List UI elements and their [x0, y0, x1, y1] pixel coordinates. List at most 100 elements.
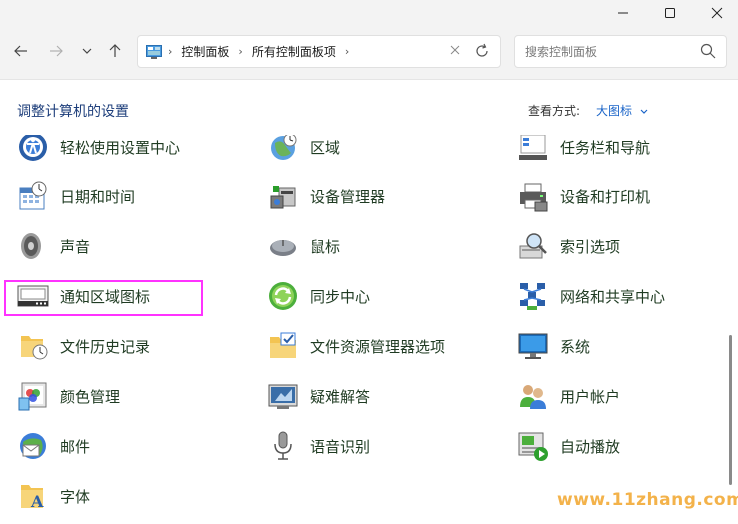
- system-monitor-icon: [518, 333, 548, 359]
- autoplay-icon: [518, 432, 548, 461]
- item-label: 索引选项: [560, 237, 621, 256]
- arrow-right-icon: [50, 45, 63, 57]
- view-by-label: 查看方式:: [528, 104, 581, 118]
- item-label: 设备管理器: [310, 187, 386, 206]
- item-label: 轻松使用设置中心: [60, 138, 181, 157]
- microphone-icon: [274, 431, 292, 460]
- item-fonts[interactable]: A 字体: [17, 478, 90, 514]
- breadcrumb-separator-icon: ›: [168, 45, 173, 58]
- item-label: 声音: [60, 237, 91, 256]
- title-bar: [0, 0, 738, 26]
- minimize-icon: [618, 12, 628, 14]
- address-bar[interactable]: › 控制面板 › 所有控制面板项 ›: [137, 35, 501, 68]
- navigation-bar: › 控制面板 › 所有控制面板项 › 搜索控制面板: [0, 26, 738, 80]
- selection-highlight: [4, 280, 203, 316]
- maximize-button[interactable]: [647, 0, 693, 26]
- item-autoplay[interactable]: 自动播放: [517, 428, 620, 464]
- folder-options-icon: [270, 332, 296, 358]
- color-management-icon: [18, 382, 47, 411]
- item-system[interactable]: 系统: [517, 328, 590, 364]
- item-speech-recognition[interactable]: 语音识别: [267, 428, 370, 464]
- view-by-dropdown[interactable]: 大图标: [596, 102, 649, 119]
- troubleshooting-icon: [268, 384, 298, 409]
- item-label: 颜色管理: [60, 387, 121, 406]
- date-time-icon: [19, 181, 47, 210]
- item-label: 疑难解答: [310, 387, 371, 406]
- mouse-icon: [270, 240, 296, 256]
- search-icon[interactable]: [700, 43, 716, 62]
- svg-text:A: A: [30, 492, 44, 511]
- forward-button[interactable]: [43, 38, 69, 64]
- item-date-time[interactable]: 日期和时间: [17, 178, 135, 214]
- item-label: 网络和共享中心: [560, 287, 666, 306]
- fonts-icon: A: [21, 485, 44, 511]
- item-region[interactable]: 区域: [267, 135, 340, 165]
- item-file-history[interactable]: 文件历史记录: [17, 328, 150, 364]
- item-label: 自动播放: [560, 437, 621, 456]
- sync-center-icon: [269, 282, 297, 310]
- file-history-icon: [21, 336, 48, 360]
- network-icon: [520, 283, 545, 310]
- breadcrumb-control-panel[interactable]: 控制面板: [181, 43, 229, 60]
- item-label: 同步中心: [310, 287, 371, 306]
- device-manager-icon: [270, 186, 296, 209]
- item-taskbar[interactable]: 任务栏和导航: [517, 135, 650, 165]
- item-label: 用户帐户: [560, 387, 621, 406]
- item-troubleshooting[interactable]: 疑难解答: [267, 378, 370, 414]
- item-ease-of-access[interactable]: 轻松使用设置中心: [17, 135, 180, 165]
- taskbar-icon: [519, 135, 547, 160]
- indexing-icon: [519, 233, 547, 259]
- item-label: 系统: [560, 337, 591, 356]
- printer-icon: [520, 183, 548, 212]
- item-devices-printers[interactable]: 设备和打印机: [517, 178, 650, 214]
- item-sound[interactable]: 声音: [17, 228, 90, 264]
- chevron-down-icon: [640, 109, 648, 114]
- speaker-icon: [21, 233, 41, 259]
- item-label: 设备和打印机: [560, 187, 651, 206]
- item-folder-options[interactable]: 文件资源管理器选项: [267, 328, 445, 364]
- ease-of-access-icon: [19, 135, 47, 161]
- user-accounts-icon: [520, 385, 546, 409]
- item-network-sharing[interactable]: 网络和共享中心: [517, 278, 665, 314]
- chevron-down-icon: [82, 48, 92, 54]
- control-panel-icon: [146, 44, 162, 59]
- item-label: 文件历史记录: [60, 337, 151, 356]
- region-icon: [271, 135, 297, 160]
- item-label: 邮件: [60, 437, 91, 456]
- up-button[interactable]: [102, 38, 128, 64]
- item-label: 区域: [310, 138, 341, 157]
- refresh-icon: [476, 43, 488, 57]
- item-label: 鼠标: [310, 237, 341, 256]
- item-mail[interactable]: 邮件: [17, 428, 90, 464]
- item-label: 任务栏和导航: [560, 138, 651, 157]
- item-device-manager[interactable]: 设备管理器: [267, 178, 385, 214]
- search-input[interactable]: 搜索控制面板: [514, 35, 727, 68]
- item-label: 文件资源管理器选项: [310, 337, 446, 356]
- item-sync-center[interactable]: 同步中心: [267, 278, 370, 314]
- arrow-up-icon: [109, 44, 121, 57]
- item-label: 语音识别: [310, 437, 371, 456]
- close-button[interactable]: [694, 0, 738, 26]
- vertical-scrollbar[interactable]: [729, 335, 732, 485]
- item-color-management[interactable]: 颜色管理: [17, 378, 120, 414]
- minimize-button[interactable]: [600, 0, 646, 26]
- arrow-left-icon: [14, 45, 27, 57]
- maximize-icon: [665, 8, 675, 18]
- item-indexing-options[interactable]: 索引选项: [517, 228, 620, 264]
- breadcrumb-all-items[interactable]: 所有控制面板项: [252, 43, 336, 60]
- mail-icon: [20, 433, 46, 459]
- control-panel-items: 轻松使用设置中心 区域 任务栏和导航 日期和时间 设备管理器 设备和打印机 声音…: [0, 135, 724, 524]
- clear-address-button[interactable]: [450, 44, 460, 59]
- back-button[interactable]: [8, 38, 34, 64]
- breadcrumb-separator-icon[interactable]: ›: [238, 45, 242, 58]
- close-icon: [450, 45, 460, 55]
- item-mouse[interactable]: 鼠标: [267, 228, 340, 264]
- close-icon: [711, 7, 723, 19]
- item-user-accounts[interactable]: 用户帐户: [517, 378, 620, 414]
- recent-locations-button[interactable]: [74, 38, 100, 64]
- item-label: 日期和时间: [60, 187, 136, 206]
- refresh-button[interactable]: [474, 43, 490, 63]
- page-title: 调整计算机的设置: [17, 104, 129, 120]
- breadcrumb-separator-icon[interactable]: ›: [345, 45, 349, 58]
- page-header: 调整计算机的设置 查看方式: 大图标: [0, 80, 738, 135]
